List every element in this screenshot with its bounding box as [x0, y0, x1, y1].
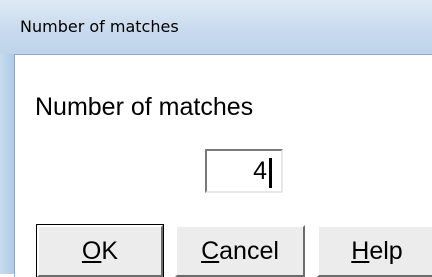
prompt-label: Number of matches [35, 93, 254, 121]
cancel-mnemonic: C [201, 236, 220, 265]
cancel-label-rest: ancel [219, 236, 279, 265]
cancel-button[interactable]: Cancel [175, 225, 305, 277]
ok-label-rest: K [101, 236, 119, 265]
title-bar[interactable]: Number of matches [0, 0, 432, 54]
dialog-window: Number of matches Number of matches 4 OK… [0, 0, 432, 277]
help-mnemonic: H [351, 236, 370, 265]
ok-mnemonic: O [81, 236, 102, 265]
text-caret [269, 158, 272, 188]
ok-button[interactable]: OK [36, 224, 164, 277]
help-label-rest: elp [369, 236, 403, 265]
number-input[interactable]: 4 [205, 149, 283, 193]
help-button[interactable]: Help [317, 225, 432, 277]
window-title: Number of matches [20, 17, 179, 36]
dialog-client-area: Number of matches 4 OK Cancel Help [14, 54, 432, 277]
number-input-value: 4 [253, 157, 267, 185]
